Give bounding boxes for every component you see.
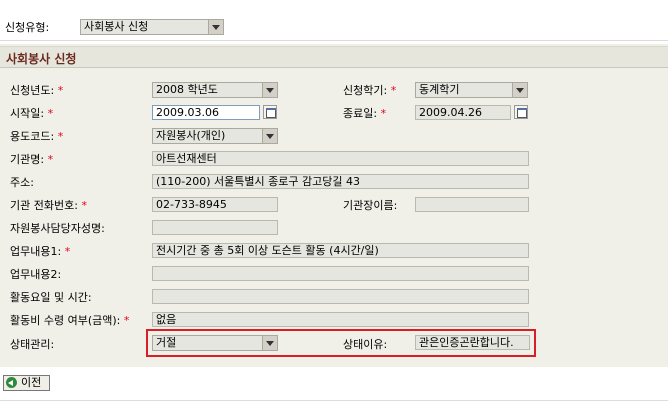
days-label: 활동요일 및 시간: xyxy=(10,291,92,304)
chevron-down-icon[interactable] xyxy=(262,129,277,143)
addr-label: 주소: xyxy=(10,176,34,189)
head-label: 기관장이름: xyxy=(343,199,398,212)
days-field[interactable] xyxy=(152,289,529,304)
work2-field[interactable] xyxy=(152,266,529,281)
org-name-field[interactable]: 아트선재센터 xyxy=(152,151,529,166)
head-name-field[interactable] xyxy=(415,197,529,212)
section-header: 사회봉사 신청 xyxy=(0,46,668,68)
type-label: 신청유형: xyxy=(5,21,50,34)
type-select-value: 사회봉사 신청 xyxy=(84,20,149,33)
reason-field[interactable]: 관은인증곤란합니다. xyxy=(415,335,530,350)
end-date-input[interactable]: 2009.04.26 xyxy=(415,105,511,120)
end-label: 종료일: * xyxy=(343,107,387,120)
year-select[interactable]: 2008 학년도 xyxy=(152,82,278,98)
year-label: 신청년도: * xyxy=(10,84,64,97)
back-arrow-icon xyxy=(6,377,17,388)
chevron-down-icon[interactable] xyxy=(208,20,223,34)
pay-field[interactable]: 없음 xyxy=(152,312,529,327)
divider xyxy=(0,400,668,401)
calendar-icon[interactable] xyxy=(263,105,277,119)
prev-button[interactable]: 이전 xyxy=(3,375,50,391)
pay-label: 활동비 수령 여부(금액): * xyxy=(10,314,130,327)
purpose-select[interactable]: 자원봉사(개인) xyxy=(152,128,278,144)
semester-label: 신청학기: * xyxy=(343,84,397,97)
work1-label: 업무내용1: * xyxy=(10,245,71,258)
type-select[interactable]: 사회봉사 신청 xyxy=(80,19,224,35)
manager-label: 자원봉사담당자성명: xyxy=(10,222,105,235)
semester-select-value: 동계학기 xyxy=(419,83,460,96)
chevron-down-icon[interactable] xyxy=(262,83,277,97)
calendar-icon[interactable] xyxy=(514,105,528,119)
manager-name-field[interactable] xyxy=(152,220,278,235)
start-label: 시작일: * xyxy=(10,107,54,120)
section-title: 사회봉사 신청 xyxy=(6,52,77,66)
address-field[interactable]: (110-200) 서울특별시 종로구 감고당길 43 xyxy=(152,174,529,189)
work2-label: 업무내용2: xyxy=(10,268,62,281)
reason-label: 상태이유: xyxy=(343,338,388,351)
year-select-value: 2008 학년도 xyxy=(156,83,218,96)
purpose-select-value: 자원봉사(개인) xyxy=(156,129,226,142)
start-date-input[interactable]: 2009.03.06 xyxy=(152,105,260,120)
chevron-down-icon[interactable] xyxy=(262,336,277,350)
divider xyxy=(0,40,668,41)
work1-field[interactable]: 전시기간 중 총 5회 이상 도슨트 활동 (4시간/일) xyxy=(152,243,529,258)
purpose-label: 용도코드: * xyxy=(10,130,64,143)
semester-select[interactable]: 동계학기 xyxy=(415,82,528,98)
status-label: 상태관리: xyxy=(10,338,55,351)
phone-field[interactable]: 02-733-8945 xyxy=(152,197,278,212)
prev-button-label: 이전 xyxy=(21,376,42,389)
chevron-down-icon[interactable] xyxy=(512,83,527,97)
org-label: 기관명: * xyxy=(10,153,54,166)
status-select-value: 거절 xyxy=(156,336,177,349)
status-select[interactable]: 거절 xyxy=(152,335,278,351)
phone-label: 기관 전화번호: * xyxy=(10,199,87,212)
